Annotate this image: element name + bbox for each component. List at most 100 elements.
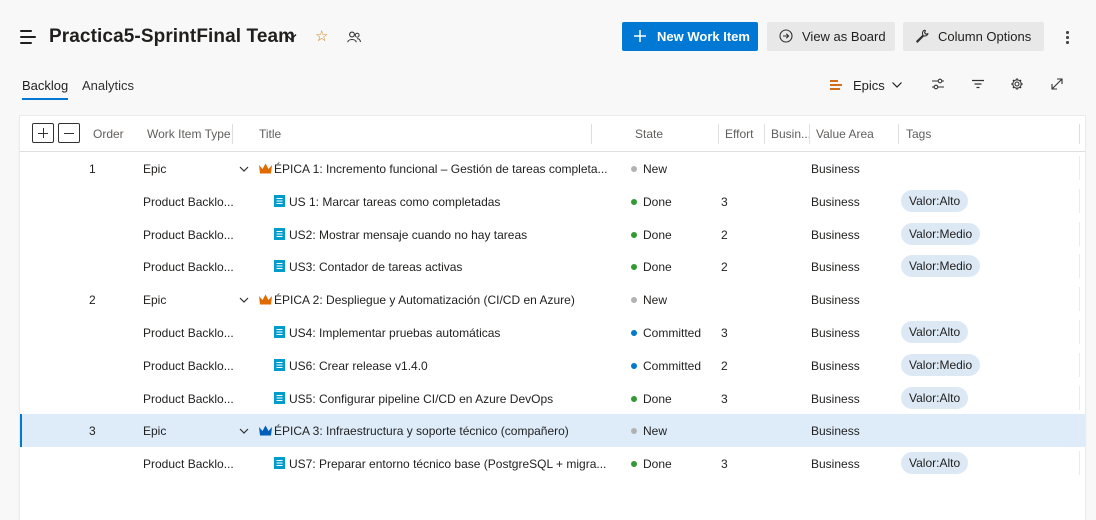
table-row[interactable]: Product Backlo... US7: Preparar entorno t… (20, 447, 1085, 480)
product-backlog-item-icon (274, 260, 285, 273)
column-header-tags[interactable]: Tags (906, 127, 931, 141)
state-cell: Done (631, 259, 672, 275)
work-item-type-cell: Epic (143, 424, 167, 439)
view-as-board-button[interactable]: View as Board (767, 22, 895, 51)
work-item-title-link[interactable]: US5: Configurar pipeline CI/CD en Azure … (289, 391, 553, 407)
state-label: New (643, 162, 668, 176)
state-cell: Committed (631, 325, 701, 341)
column-divider[interactable] (718, 124, 719, 144)
value-area-cell: Business (811, 227, 860, 242)
expand-icon[interactable] (1050, 77, 1064, 91)
filter-icon[interactable] (971, 77, 985, 91)
work-item-title-link[interactable]: US2: Mostrar mensaje cuando no hay tarea… (289, 227, 527, 243)
product-backlog-item-icon (274, 457, 285, 470)
tag-pill[interactable]: Valor:Medio (901, 222, 981, 245)
table-row[interactable]: Product Backlo... US5: Configurar pipelin… (20, 382, 1085, 415)
backlog-level-picker[interactable]: Epics (830, 76, 908, 96)
state-cell: Done (631, 194, 672, 210)
expand-all-button[interactable] (32, 123, 54, 143)
state-cell: Done (631, 227, 672, 243)
state-label: Done (643, 194, 672, 209)
column-header-state[interactable]: State (635, 127, 663, 141)
row-divider (1079, 418, 1080, 443)
work-item-title-link[interactable]: ÉPICA 2: Despliegue y Automatización (CI… (274, 292, 575, 308)
state-dot (631, 362, 637, 369)
star-outline-icon[interactable]: ☆ (315, 29, 328, 44)
work-item-title-link[interactable]: US 1: Marcar tareas como completadas (289, 194, 500, 210)
state-cell: Committed (631, 358, 701, 374)
column-divider[interactable] (232, 124, 233, 144)
product-backlog-item-icon (274, 194, 285, 207)
column-divider[interactable] (809, 124, 810, 144)
row-divider (1079, 156, 1080, 180)
state-dot (631, 166, 637, 172)
column-divider[interactable] (898, 124, 899, 144)
state-label: Done (643, 227, 672, 242)
people-icon[interactable] (347, 31, 361, 43)
hamburger-menu-icon[interactable] (20, 30, 38, 44)
state-label: Committed (643, 326, 702, 340)
tag-pill[interactable]: Valor:Alto (901, 386, 969, 409)
work-item-title-link[interactable]: US6: Crear release v1.4.0 (289, 358, 428, 374)
value-area-cell: Business (811, 326, 860, 340)
chevron-down-icon[interactable] (239, 164, 249, 174)
table-row[interactable]: Product Backlo... US4: Implementar prueba… (20, 316, 1085, 349)
state-dot (631, 231, 637, 238)
work-item-title-link[interactable]: US4: Implementar pruebas automáticas (289, 325, 500, 341)
column-header-value-area[interactable]: Value Area (816, 127, 874, 141)
work-item-title-link[interactable]: ÉPICA 1: Incremento funcional – Gestión … (274, 161, 608, 177)
work-item-title-link[interactable]: US7: Preparar entorno técnico base (Post… (289, 456, 606, 472)
column-divider[interactable] (1079, 124, 1080, 144)
column-divider[interactable] (591, 124, 592, 144)
table-row[interactable]: 1 Epic ÉPICA 1: Incremento funcional – Ges… (20, 152, 1085, 185)
table-row[interactable]: Product Backlo... US2: Mostrar mensaje cu… (20, 218, 1085, 251)
chevron-down-icon[interactable] (239, 426, 249, 436)
work-item-type-cell: Product Backlo... (143, 358, 234, 373)
tag-pill[interactable]: Valor:Medio (901, 353, 981, 376)
sliders-icon[interactable] (931, 77, 945, 91)
team-title[interactable]: Practica5-SprintFinal Team (49, 26, 295, 48)
chevron-down-icon[interactable] (239, 295, 249, 305)
state-label: Done (643, 260, 672, 275)
tab-analytics[interactable]: Analytics (82, 78, 134, 93)
chevron-down-icon[interactable] (284, 30, 298, 44)
table-row[interactable]: 3 Epic ÉPICA 3: Infraestructura y soporte … (20, 414, 1085, 448)
column-header-effort[interactable]: Effort (725, 127, 753, 141)
order-cell: 3 (89, 424, 96, 439)
gear-icon[interactable] (1010, 77, 1024, 91)
work-item-type-cell: Epic (143, 293, 167, 308)
tag-pill[interactable]: Valor:Alto (901, 321, 969, 343)
effort-cell: 2 (721, 358, 728, 373)
work-item-title-link[interactable]: US3: Contador de tareas activas (289, 259, 462, 275)
state-dot (631, 395, 637, 402)
product-backlog-item-icon (274, 227, 285, 240)
column-options-button[interactable]: Column Options (903, 22, 1044, 51)
state-cell: New (631, 292, 667, 308)
table-row[interactable]: Product Backlo... US 1: Marcar tareas com… (20, 185, 1085, 218)
more-vertical-icon[interactable] (1064, 30, 1072, 44)
tag-pill[interactable]: Valor:Medio (901, 255, 981, 278)
work-item-title-link[interactable]: ÉPICA 3: Infraestructura y soporte técni… (274, 423, 569, 439)
state-dot (631, 198, 637, 205)
new-work-item-button[interactable]: New Work Item (622, 22, 758, 51)
column-header-order[interactable]: Order (93, 127, 124, 141)
value-area-cell: Business (811, 260, 860, 275)
row-divider (1079, 385, 1080, 410)
table-row[interactable]: 2 Epic ÉPICA 2: Despliegue y Automatizació… (20, 283, 1085, 316)
column-divider[interactable] (764, 124, 765, 144)
column-header-title[interactable]: Title (259, 127, 281, 141)
tag-pill[interactable]: Valor:Alto (901, 452, 969, 475)
value-area-cell: Business (811, 358, 860, 373)
table-row[interactable]: Product Backlo... US6: Crear release v1.4… (20, 349, 1085, 382)
row-divider (1079, 221, 1080, 246)
tab-backlog[interactable]: Backlog (22, 78, 69, 100)
column-header-business-value[interactable]: Busin... (771, 127, 811, 141)
work-item-type-cell: Product Backlo... (143, 391, 234, 406)
column-header-work-item-type[interactable]: Work Item Type (147, 127, 231, 141)
epic-crown-icon (259, 163, 272, 174)
tag-pill[interactable]: Valor:Alto (901, 189, 969, 212)
state-label: New (643, 424, 668, 439)
table-row[interactable]: Product Backlo... US3: Contador de tareas… (20, 250, 1085, 283)
collapse-all-button[interactable] (58, 123, 80, 143)
value-area-cell: Business (811, 424, 860, 439)
